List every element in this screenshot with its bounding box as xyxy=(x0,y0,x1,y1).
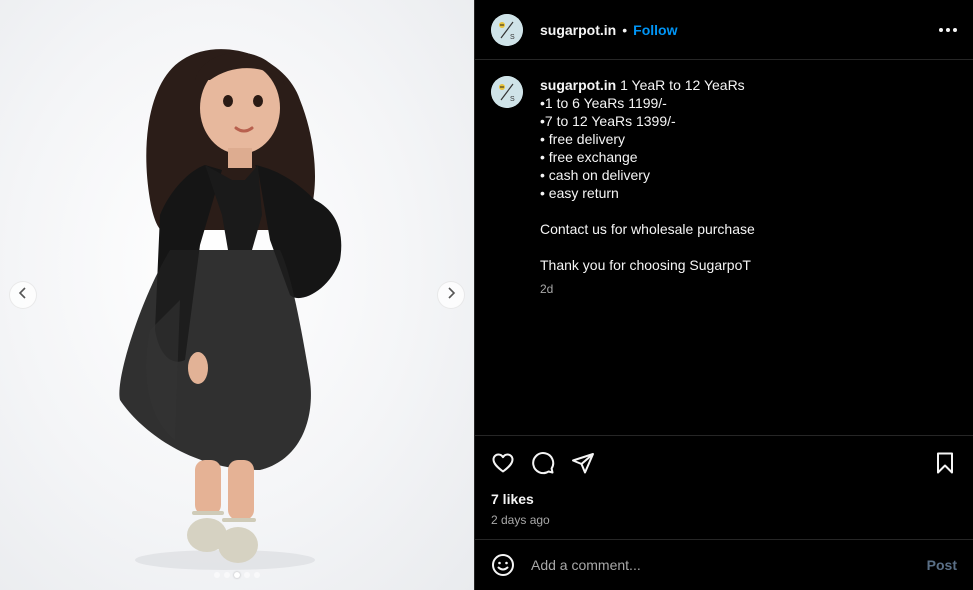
carousel-dot xyxy=(244,572,250,578)
carousel-dot xyxy=(234,572,240,578)
post-header: S sugarpot.in • Follow xyxy=(475,0,973,60)
likes-count[interactable]: 7 likes xyxy=(475,491,973,507)
carousel-prev-button[interactable] xyxy=(9,281,37,309)
caption-line: •7 to 12 YeaRs 1399/- xyxy=(540,113,676,129)
comment-icon[interactable] xyxy=(531,451,555,475)
caption-first-line: sugarpot.in 1 YeaR to 12 YeaRs xyxy=(540,76,755,94)
caption-line: • easy return xyxy=(540,185,619,201)
header-username[interactable]: sugarpot.in xyxy=(540,22,616,38)
caption-username[interactable]: sugarpot.in xyxy=(540,77,616,93)
post-photo xyxy=(119,49,342,570)
caption-line: •1 to 6 YeaRs 1199/- xyxy=(540,95,667,111)
carousel-dot xyxy=(254,572,260,578)
post-timestamp[interactable]: 2 days ago xyxy=(475,513,973,527)
heart-icon[interactable] xyxy=(491,451,515,475)
post-media[interactable] xyxy=(0,0,474,590)
post-caption: sugarpot.in 1 YeaR to 12 YeaRs •1 to 6 Y… xyxy=(540,76,755,436)
brand-logo-icon: S xyxy=(491,76,523,108)
caption-line: • free exchange xyxy=(540,149,638,165)
bookmark-icon[interactable] xyxy=(933,451,957,475)
carousel-dot xyxy=(214,572,220,578)
follow-button[interactable]: Follow xyxy=(633,22,677,38)
caption-line: • free delivery xyxy=(540,131,626,147)
caption-timestamp[interactable]: 2d xyxy=(540,280,755,298)
more-options-icon[interactable] xyxy=(939,22,957,38)
comment-bar: Post xyxy=(475,539,973,590)
brand-logo-icon: S xyxy=(491,13,523,46)
caption-line: Contact us for wholesale purchase xyxy=(540,221,755,237)
post-details-panel: S sugarpot.in • Follow S sugarpot.in 1 Y… xyxy=(474,0,973,590)
svg-text:S: S xyxy=(510,34,515,41)
caption-area: S sugarpot.in 1 YeaR to 12 YeaRs •1 to 6… xyxy=(475,60,973,436)
comment-input[interactable] xyxy=(531,557,927,573)
caption-line: Thank you for choosing SugarpoT xyxy=(540,257,751,273)
caption-line: • cash on delivery xyxy=(540,167,650,183)
post-comment-button[interactable]: Post xyxy=(927,557,957,573)
avatar[interactable]: S xyxy=(491,76,523,108)
chevron-left-icon xyxy=(17,286,29,304)
carousel-dot xyxy=(224,572,230,578)
action-bar xyxy=(475,435,973,489)
svg-text:S: S xyxy=(510,96,515,103)
carousel-next-button[interactable] xyxy=(437,281,465,309)
separator-dot: • xyxy=(622,21,628,38)
carousel-indicator xyxy=(0,572,474,578)
chevron-right-icon xyxy=(445,286,457,304)
emoji-icon[interactable] xyxy=(491,553,515,577)
caption-line: 1 YeaR to 12 YeaRs xyxy=(620,77,745,93)
paper-plane-icon[interactable] xyxy=(571,451,595,475)
avatar[interactable]: S xyxy=(491,13,523,46)
